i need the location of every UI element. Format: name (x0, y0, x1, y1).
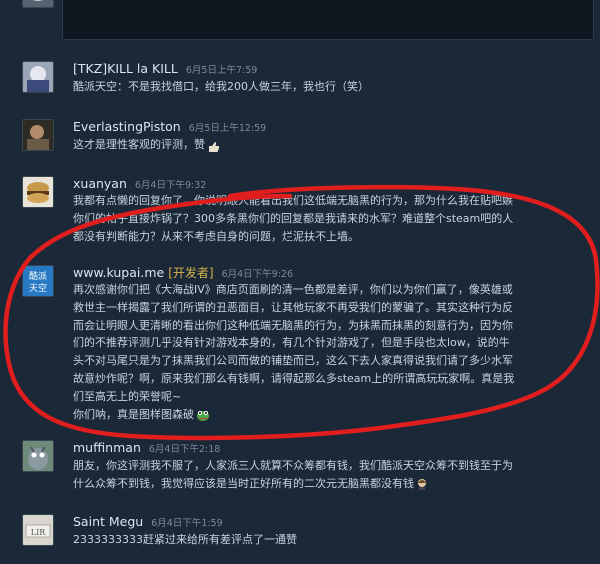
author-name[interactable]: Saint Megu (73, 514, 143, 529)
author-name[interactable]: [TKZ]KILL la KILL (73, 61, 178, 76)
avatar[interactable] (22, 119, 54, 151)
comment-line: 2333333333赶紧过来给所有差评点了一通赞 (73, 533, 297, 546)
comment-line: 朋友，你这评测我不服了，人家派三人就算不众筹都有钱，我们酷派天空众筹不到钱至于为 (73, 459, 513, 472)
comment-author[interactable]: EverlastingPiston 6月5日上午12:59 (73, 119, 266, 134)
comment-author[interactable]: [TKZ]KILL la KILL 6月5日上午7:59 (73, 61, 257, 76)
avatar-image (23, 62, 53, 92)
comment-timestamp: 6月4日下午9:26 (221, 269, 293, 280)
avatar[interactable]: 酷派 天空 (22, 265, 54, 297)
author-name[interactable]: muffinman (73, 440, 141, 455)
comment-line: 救世主一样揭露了我们所谓的丑恶面目，让其他玩家不再受我们的蒙骗了。其实这种行为反 (73, 300, 513, 314)
developer-badge: [开发者] (168, 266, 214, 280)
avatar-image (23, 0, 53, 7)
avatar[interactable] (22, 0, 54, 8)
comment-author[interactable]: www.kupai.me [开发者] 6月4日下午9:26 (73, 264, 293, 281)
avatar[interactable] (22, 440, 54, 472)
comment-line: 酷派天空：不是我找借口，给我200人做三年，我也行（笑） (73, 80, 369, 93)
comment-line: 你们呐，真是图样图森破 (73, 407, 194, 421)
comment-timestamp: 6月5日上午12:59 (188, 123, 267, 134)
comment-timestamp: 6月4日下午9:32 (134, 180, 207, 191)
svg-text:天空: 天空 (29, 282, 47, 294)
comment-line: 我都有点懒的回复你了，你说明眼人能看出我们这低端无脑黑的行为，那为什么我在贴吧嫉 (73, 194, 513, 207)
comment-line: 再次感谢你们把《大海战IV》商店页面刷的清一色都是差评，你们以为你们赢了，像英雄… (73, 283, 513, 296)
comment-line: 们的不推荐评测几乎没有针对游戏本身的，有几个针对游戏了，但是手段也太low，说的… (73, 336, 510, 350)
comment-text: 再次感谢你们把《大海战IV》商店页面刷的清一色都是差评，你们以为你们赢了，像英雄… (73, 281, 514, 423)
kupai-logo: 酷派 天空 (23, 266, 53, 296)
comment-text: 朋友，你这评测我不服了，人家派三人就算不众筹都有钱，我们酷派天空众筹不到钱至于为… (73, 457, 513, 493)
comment-line: 什么众筹不到钱，我觉得应该是当时正好所有的二次元无脑黑都没有钱 (73, 476, 414, 490)
avatar-image (23, 177, 53, 207)
avatar[interactable] (22, 61, 54, 93)
avatar[interactable] (22, 176, 54, 208)
avatar-image (23, 441, 53, 471)
svg-text:LIR: LIR (31, 528, 46, 537)
author-name[interactable]: EverlastingPiston (73, 119, 181, 134)
comment-line: 故意炒作呢？啊，原来我们那么有钱啊，请得起那么多steam上的所谓高玩玩家啊。真… (73, 371, 515, 385)
avatar-image (23, 120, 53, 150)
comment-author[interactable]: Saint Megu 6月4日下午1:59 (73, 514, 223, 529)
megu-avatar: LIR (23, 515, 53, 545)
svg-text:酷派: 酷派 (29, 270, 47, 282)
comment-line: 这才是理性客观的评测，赞 (73, 138, 205, 151)
comment-line: 都没有判断能力？从来不考虑自身的问题，烂泥扶不上墙。 (73, 229, 359, 243)
comment-text: 酷派天空：不是我找借口，给我200人做三年，我也行（笑） (73, 78, 369, 96)
thumbs-up-icon (207, 140, 220, 152)
comment-author[interactable]: muffinman 6月4日下午2:18 (73, 440, 220, 455)
comment-line: 头不对马尾只是为了抹黑我们公司而做的铺垫而已，这么下去人家真得说我们请了多少水军 (73, 354, 513, 368)
character-emoticon-icon (416, 478, 429, 491)
comment-input-box[interactable] (62, 0, 594, 40)
comment-timestamp: 6月4日下午1:59 (151, 518, 223, 529)
comment-timestamp: 6月5日上午7:59 (185, 65, 258, 76)
comment-line: 你们的帖子直接炸锅了？300多条黑你们的回复都是我请来的水军？难道整个steam… (73, 211, 514, 225)
author-name[interactable]: xuanyan (73, 176, 127, 191)
comment-line: 们至高无上的荣誉呢~ (73, 389, 182, 403)
comment-text: 2333333333赶紧过来给所有差评点了一通赞 (73, 531, 297, 549)
avatar[interactable]: LIR (22, 514, 54, 546)
comment-timestamp: 6月4日下午2:18 (148, 444, 221, 455)
comment-line: 而会让明眼人更清晰的看出你们这种低端无脑黑的行为，为抹黑而抹黑的刻意行为，因为你 (73, 318, 513, 332)
comment-author[interactable]: xuanyan 6月4日下午9:32 (73, 176, 206, 191)
comment-text: 我都有点懒的回复你了，你说明眼人能看出我们这低端无脑黑的行为，那为什么我在贴吧嫉… (73, 192, 513, 245)
comment-text: 这才是理性客观的评测，赞 (73, 136, 220, 154)
author-name[interactable]: www.kupai.me (73, 265, 164, 280)
frog-emoticon-icon (196, 409, 209, 422)
